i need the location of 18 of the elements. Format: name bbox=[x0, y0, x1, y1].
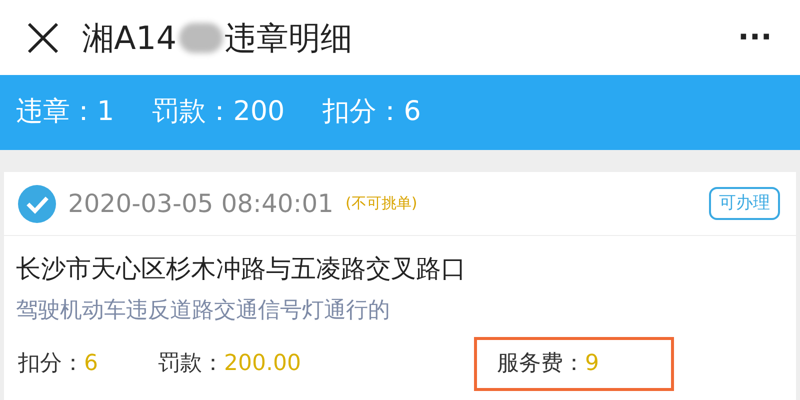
more-button[interactable]: ··· bbox=[738, 15, 772, 60]
close-icon[interactable] bbox=[26, 20, 60, 54]
page-title: 湘A14 bbox=[82, 18, 177, 58]
record-time: 2020-03-05 08:40:01 bbox=[68, 188, 334, 220]
detail-label: 扣分： bbox=[18, 350, 84, 378]
page-title: 违章明细 bbox=[224, 18, 353, 58]
summary-stat: 罚款：200 bbox=[152, 95, 285, 130]
record-note: (不可挑单) bbox=[346, 193, 418, 214]
violation-text: 驾驶机动车违反道路交通信号灯通行的 bbox=[15, 296, 391, 324]
detail-label: 罚款： bbox=[158, 350, 224, 378]
detail-value: 9 bbox=[585, 350, 599, 378]
location-text: 长沙市天心区杉木冲路与五凌路交叉路口 bbox=[15, 253, 467, 285]
summary-stat: 扣分：6 bbox=[322, 95, 421, 130]
detail-label: 服务费： bbox=[497, 350, 585, 378]
summary-stat: 违章：1 bbox=[16, 95, 114, 130]
blurred-mask bbox=[178, 22, 223, 52]
detail-value: 200.00 bbox=[224, 350, 301, 378]
detail-value: 6 bbox=[84, 350, 98, 378]
